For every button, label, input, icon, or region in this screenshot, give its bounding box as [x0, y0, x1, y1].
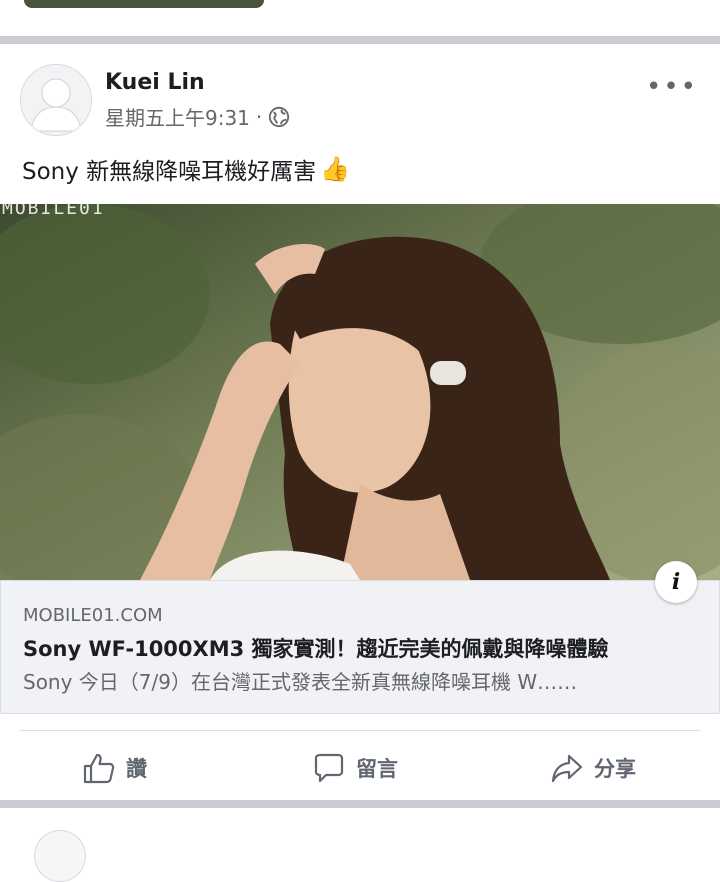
- comment-button[interactable]: 留言: [312, 744, 398, 792]
- comment-icon: [314, 753, 344, 783]
- link-title: Sony WF-1000XM3 獨家實測！趨近完美的佩戴與降噪體驗: [23, 637, 609, 661]
- photo-watermark: MOBILE01: [2, 204, 105, 219]
- comment-label: 留言: [356, 757, 398, 781]
- post-meta: 星期五上午9:31 ·: [105, 102, 290, 131]
- post-message: Sony 新無線降噪耳機好厲害 👍: [22, 152, 350, 186]
- post-timestamp[interactable]: 星期五上午9:31: [105, 102, 250, 131]
- share-button[interactable]: 分享: [550, 744, 636, 792]
- post-actions-bar: 讚 留言 分享: [0, 744, 720, 792]
- avatar[interactable]: [20, 64, 92, 136]
- share-icon: [551, 754, 583, 783]
- globe-icon: [269, 106, 290, 127]
- post-photo[interactable]: MOBILE01: [0, 204, 720, 580]
- default-avatar-icon: [21, 65, 91, 135]
- thumbs-up-icon: [83, 753, 115, 784]
- link-domain: MOBILE01.COM: [23, 605, 163, 626]
- link-description: Sony 今日（7/9）在台灣正式發表全新真無線降噪耳機 W……: [23, 670, 578, 694]
- info-icon[interactable]: i: [655, 561, 697, 603]
- feed-post: Kuei Lin 星期五上午9:31 · ••• Sony 新無線降噪耳機好厲害…: [0, 44, 720, 800]
- like-button[interactable]: 讚: [82, 744, 147, 792]
- post-message-text: Sony 新無線降噪耳機好厲害: [22, 159, 317, 185]
- share-label: 分享: [594, 757, 636, 781]
- actions-divider: [20, 730, 700, 731]
- thumbs-up-emoji-icon: 👍: [320, 155, 351, 183]
- previous-post-strip: [0, 0, 720, 36]
- post-separator-bottom: [0, 800, 720, 808]
- author-name[interactable]: Kuei Lin: [105, 70, 205, 95]
- meta-separator: ·: [255, 104, 263, 129]
- like-label: 讚: [126, 757, 147, 781]
- link-preview[interactable]: i MOBILE01.COM Sony WF-1000XM3 獨家實測！趨近完美…: [0, 561, 720, 714]
- previous-post-thumbnail: [24, 0, 264, 8]
- woman-with-earbud-photo: [0, 204, 720, 580]
- post-separator: [0, 36, 720, 44]
- more-options-icon[interactable]: •••: [646, 72, 698, 102]
